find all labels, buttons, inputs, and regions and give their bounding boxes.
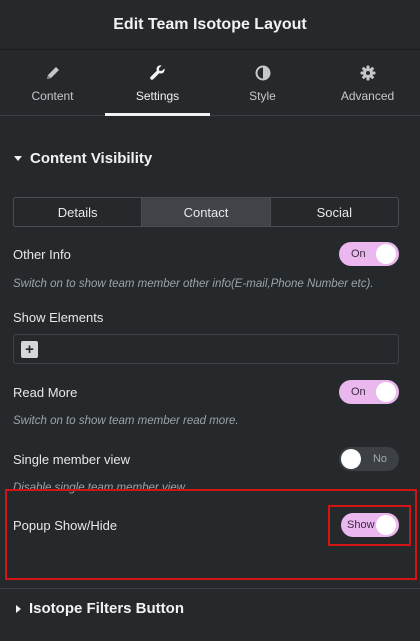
segment-details[interactable]: Details xyxy=(14,198,143,226)
other-info-toggle[interactable]: On xyxy=(339,242,399,266)
other-info-toggle-text: On xyxy=(351,248,366,260)
toggle-knob xyxy=(376,382,396,402)
section2-title: Isotope Filters Button xyxy=(29,600,184,617)
tab-settings[interactable]: Settings xyxy=(105,50,210,116)
section-content-visibility[interactable]: Content Visibility xyxy=(14,150,152,167)
other-info-help: Switch on to show team member other info… xyxy=(13,278,374,290)
tab-advanced-label: Advanced xyxy=(340,88,395,103)
panel-header: Edit Team Isotope Layout xyxy=(0,0,420,50)
read-more-toggle-text: On xyxy=(351,386,366,398)
tab-advanced[interactable]: Advanced xyxy=(315,50,420,115)
show-elements-label: Show Elements xyxy=(13,309,104,325)
tab-content[interactable]: Content xyxy=(0,50,105,115)
read-more-help: Switch on to show team member read more. xyxy=(13,415,239,427)
visibility-segmented-control: Details Contact Social xyxy=(13,197,399,227)
add-element-button[interactable]: + xyxy=(21,341,38,358)
tab-settings-label: Settings xyxy=(135,88,180,103)
gear-icon xyxy=(360,63,376,83)
half-circle-icon xyxy=(255,63,271,83)
caret-down-icon xyxy=(14,156,22,161)
pencil-icon xyxy=(45,63,61,83)
tab-style[interactable]: Style xyxy=(210,50,315,115)
editor-tabs: Content Settings Style Advanced xyxy=(0,50,420,116)
segment-contact[interactable]: Contact xyxy=(142,198,271,226)
show-elements-repeater: + xyxy=(13,334,399,364)
section-isotope-filters: Isotope Filters Button xyxy=(0,588,420,641)
toggle-knob xyxy=(376,244,396,264)
single-view-row: Single member view No xyxy=(13,447,399,471)
section-title: Content Visibility xyxy=(30,150,153,167)
single-view-toggle[interactable]: No xyxy=(339,447,399,471)
other-info-label: Other Info xyxy=(13,246,71,262)
section-isotope-filters-header[interactable]: Isotope Filters Button xyxy=(16,600,184,617)
single-view-label: Single member view xyxy=(13,451,131,467)
plus-icon: + xyxy=(25,341,34,358)
caret-right-icon xyxy=(16,604,21,613)
segment-social[interactable]: Social xyxy=(271,198,398,226)
read-more-label: Read More xyxy=(13,384,78,400)
show-elements-row: Show Elements xyxy=(13,309,399,325)
highlight-toggle-box xyxy=(328,505,411,546)
read-more-row: Read More On xyxy=(13,380,399,404)
panel-title: Edit Team Isotope Layout xyxy=(113,15,307,33)
read-more-toggle[interactable]: On xyxy=(339,380,399,404)
toggle-knob xyxy=(341,449,361,469)
tab-style-label: Style xyxy=(249,88,276,103)
single-view-toggle-text: No xyxy=(372,453,387,465)
other-info-row: Other Info On xyxy=(13,242,399,266)
tab-content-label: Content xyxy=(31,88,74,103)
wrench-icon xyxy=(149,63,166,83)
